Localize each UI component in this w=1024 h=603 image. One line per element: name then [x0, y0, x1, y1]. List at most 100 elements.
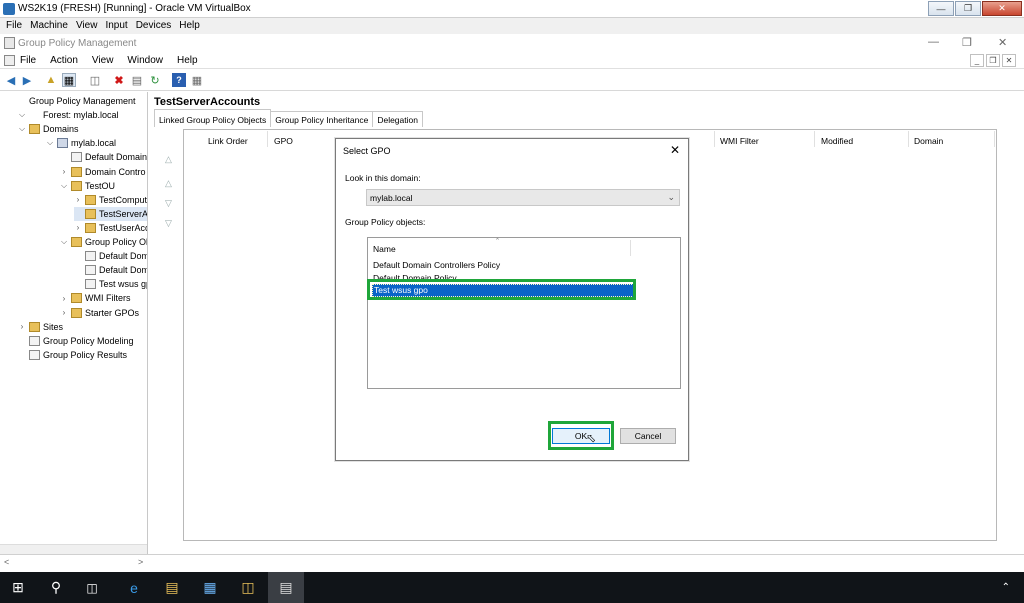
task-view-icon[interactable]: ◫: [74, 572, 110, 603]
tree-node[interactable]: Group Policy Management: [4, 94, 136, 108]
mdi-close-icon[interactable]: ✕: [1002, 54, 1016, 67]
name-column-header[interactable]: Name: [373, 244, 396, 254]
show-hide-tree-icon[interactable]: ▦: [62, 73, 76, 87]
help-icon[interactable]: ?: [172, 73, 186, 87]
gpm-menu-window[interactable]: Window: [127, 55, 163, 66]
mouse-cursor-icon: ⬁: [586, 431, 597, 445]
minimize-button[interactable]: —: [928, 1, 954, 16]
vbox-menu-machine[interactable]: Machine: [28, 18, 74, 34]
active-app-icon[interactable]: ▤: [268, 572, 304, 603]
expanded-icon[interactable]: ⌵: [18, 110, 26, 120]
vbox-menu-input[interactable]: Input: [103, 18, 133, 34]
tab-gp-inheritance[interactable]: Group Policy Inheritance: [270, 111, 374, 127]
collapsed-icon[interactable]: ›: [74, 195, 82, 204]
col-gpo[interactable]: GPO: [274, 136, 293, 146]
expanded-icon[interactable]: ⌵: [60, 181, 68, 191]
status-strip: < >: [0, 554, 1024, 572]
start-windows-icon[interactable]: ⊞: [0, 572, 36, 603]
gpm-menu-view[interactable]: View: [92, 55, 114, 66]
delete-icon[interactable]: ✖: [112, 73, 126, 87]
collapsed-icon[interactable]: ›: [74, 223, 82, 232]
column-divider: [714, 131, 715, 147]
gpo-item-default-dc-policy[interactable]: Default Domain Controllers Policy: [372, 260, 634, 273]
cancel-button[interactable]: Cancel: [620, 428, 676, 444]
tree-node[interactable]: Default Dom: [74, 249, 147, 263]
collapsed-icon[interactable]: ›: [60, 308, 68, 317]
move-top-icon[interactable]: △: [165, 154, 172, 165]
file-explorer-icon[interactable]: ▤: [154, 572, 190, 603]
view-icon[interactable]: ▦: [190, 73, 204, 87]
col-link-order[interactable]: Link Order: [208, 136, 248, 146]
expanded-icon[interactable]: ⌵: [60, 237, 68, 247]
tree-horizontal-scrollbar[interactable]: [0, 544, 147, 554]
expanded-icon[interactable]: ⌵: [18, 124, 26, 134]
move-down-icon[interactable]: ▽: [165, 198, 172, 209]
gpo-icon: [71, 152, 82, 163]
tree-node[interactable]: TestServerAc: [74, 206, 148, 221]
scroll-right-icon[interactable]: >: [138, 557, 143, 567]
gpm-menu-file[interactable]: File: [20, 55, 36, 66]
expanded-icon[interactable]: ⌵: [46, 138, 54, 148]
close-button[interactable]: ✕: [982, 1, 1022, 16]
tree-node[interactable]: › Sites: [18, 320, 63, 334]
dialog-close-icon[interactable]: ✕: [670, 143, 680, 157]
tree-node-label: Group Policy Results: [43, 349, 128, 360]
column-divider: [814, 131, 815, 147]
tree-node[interactable]: ⌵ TestOU: [60, 179, 115, 193]
tree-node[interactable]: Default Dom: [74, 263, 147, 277]
clipboard-icon[interactable]: ◫: [88, 73, 102, 87]
vbox-menu-help[interactable]: Help: [177, 18, 206, 34]
col-wmi-filter[interactable]: WMI Filter: [720, 136, 759, 146]
vbox-menu-file[interactable]: File: [4, 18, 28, 34]
properties-icon[interactable]: ▤: [130, 73, 144, 87]
gpm-menu-action[interactable]: Action: [50, 55, 78, 66]
vbox-menu-view[interactable]: View: [74, 18, 104, 34]
collapsed-icon[interactable]: ›: [18, 322, 26, 331]
forward-arrow-icon[interactable]: ▶: [20, 73, 34, 87]
tab-delegation[interactable]: Delegation: [372, 111, 423, 127]
server-manager-icon[interactable]: ▦: [192, 572, 228, 603]
scroll-left-icon[interactable]: <: [4, 557, 9, 567]
refresh-icon[interactable]: ↻: [148, 73, 162, 87]
gpm-minimize-icon[interactable]: —: [928, 36, 939, 48]
move-bottom-icon[interactable]: ▽: [165, 218, 172, 229]
collapsed-icon[interactable]: ›: [60, 167, 68, 176]
gpo-list[interactable]: ˆ Name Default Domain Controllers Policy…: [367, 237, 681, 389]
back-arrow-icon[interactable]: ◀: [4, 73, 18, 87]
tray-chevron-icon[interactable]: ⌃: [1002, 582, 1010, 593]
tree-node-label: TestServerAc: [99, 208, 148, 219]
gpm-menu-help[interactable]: Help: [177, 55, 198, 66]
collapsed-icon[interactable]: ›: [60, 294, 68, 303]
domain-dropdown-value: mylab.local: [370, 193, 413, 203]
col-modified[interactable]: Modified: [821, 136, 853, 146]
gpm-close-icon[interactable]: ✕: [998, 36, 1007, 49]
tree-node-label: Domain Contro: [85, 166, 146, 177]
vbox-menu-devices[interactable]: Devices: [134, 18, 178, 34]
restore-button[interactable]: ❐: [955, 1, 981, 16]
tree-node[interactable]: ⌵ Domains: [18, 122, 79, 136]
col-domain[interactable]: Domain: [914, 136, 943, 146]
tree-node[interactable]: › TestUserAcc: [74, 221, 147, 235]
tree-node[interactable]: › WMI Filters: [60, 291, 131, 305]
tree-node[interactable]: Group Policy Results: [18, 348, 127, 362]
tree-node[interactable]: › Domain Contro: [60, 165, 146, 179]
internet-explorer-icon[interactable]: e: [116, 572, 152, 603]
tree-node[interactable]: Test wsus gp: [74, 277, 147, 291]
move-up-icon[interactable]: △: [165, 178, 172, 189]
tree-node[interactable]: Default Domain: [60, 150, 147, 164]
mdi-minimize-icon[interactable]: _: [970, 54, 984, 67]
search-icon[interactable]: ⚲: [38, 572, 74, 603]
up-folder-icon[interactable]: ▲: [44, 73, 58, 87]
tab-linked-gpos[interactable]: Linked Group Policy Objects: [154, 109, 272, 127]
tree-node[interactable]: › TestComput: [74, 193, 147, 207]
tree-node[interactable]: ⌵ mylab.local: [46, 136, 116, 150]
tree-node[interactable]: ⌵ Forest: mylab.local: [18, 108, 119, 122]
mdi-restore-icon[interactable]: ❐: [986, 54, 1000, 67]
gpm-restore-icon[interactable]: ❐: [962, 36, 972, 49]
tree-node[interactable]: › Starter GPOs: [60, 306, 139, 320]
tree-node[interactable]: Group Policy Modeling: [18, 334, 134, 348]
gpm-taskbar-icon[interactable]: ◫: [230, 572, 266, 603]
domain-dropdown[interactable]: mylab.local ⌄: [366, 189, 680, 206]
tree-node[interactable]: ⌵ Group Policy Ol: [60, 235, 147, 249]
vbox-window-title: WS2K19 (FRESH) [Running] - Oracle VM Vir…: [18, 3, 251, 14]
